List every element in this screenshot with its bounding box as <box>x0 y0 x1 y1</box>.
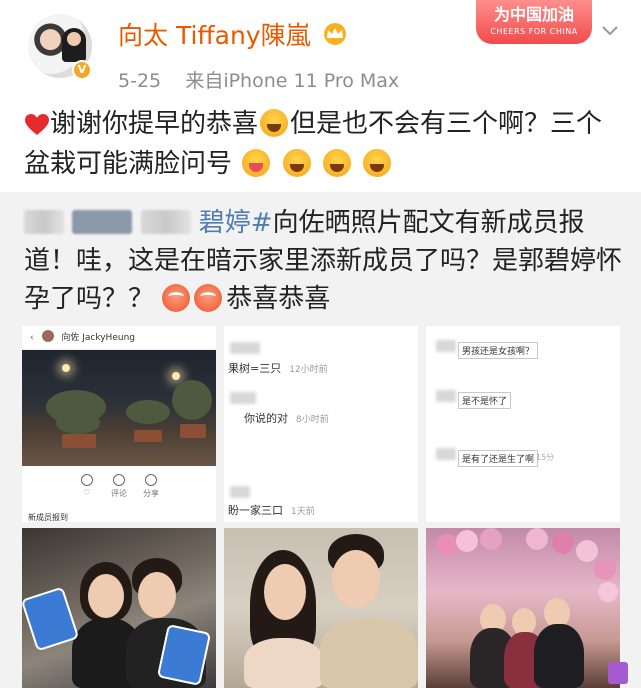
blurred-username <box>72 210 133 234</box>
grid-image-3[interactable]: 男孩还是女孩啊？ 是不是怀了 是有了还是生了啊 15分 <box>426 326 620 522</box>
grin-icon <box>282 149 311 177</box>
ig-actions: ♡ 评论 分享 <box>22 466 216 506</box>
comment-bubble: 男孩还是女孩啊？ <box>458 342 539 359</box>
ig-avatar <box>42 330 55 342</box>
post-body: 谢谢你提早的恭喜 但是也不会有三个啊？三个盆栽可能满脸问号 <box>24 104 624 184</box>
grid-image-2[interactable]: 果树=三只 12小时前 你说的对 8小时前 盼一家三口 1天前 <box>224 326 418 522</box>
share-button[interactable]: 分享 <box>136 474 166 499</box>
hashtag-link[interactable]: 碧婷# <box>199 208 273 238</box>
post-text-1: 谢谢你提早的恭喜 <box>50 109 259 139</box>
comment-button[interactable]: 评论 <box>104 474 134 499</box>
comment-item: 你说的对 8小时前 <box>244 412 329 425</box>
like-button[interactable]: ♡ <box>72 474 102 497</box>
repost-text-2: 恭喜恭喜 <box>226 284 331 314</box>
grid-image-1[interactable]: ‹ 向佐 JackyHeung ♡ 评论 分享 新成员报到 <box>22 326 216 522</box>
comment-item: 盼一家三口 1天前 <box>228 504 315 517</box>
ig-caption: 新成员报到 <box>28 513 68 522</box>
comment-bubble: 是有了还是生了啊 <box>458 450 539 467</box>
grin-icon <box>322 149 351 177</box>
bonsai-photo <box>22 350 216 466</box>
surprised-face-icon <box>162 284 191 312</box>
post-source: 来自iPhone 11 Pro Max <box>185 70 400 92</box>
username[interactable]: 向太 Tiffany陳嵐 <box>118 16 311 52</box>
watermark-icon <box>608 662 628 684</box>
blurred-username <box>24 210 64 234</box>
campaign-badge-title: 为中国加油 <box>493 5 574 24</box>
post-meta: 5-25 来自iPhone 11 Pro Max <box>118 66 399 93</box>
blurred-username <box>140 210 191 234</box>
post-header: V 向太 Tiffany陳嵐 5-25 来自iPhone 11 Pro Max … <box>0 0 641 92</box>
ig-header: ‹ 向佐 JackyHeung <box>22 326 216 350</box>
ig-username: 向佐 JackyHeung <box>61 333 135 343</box>
surprised-face-icon <box>194 284 223 312</box>
back-icon: ‹ <box>30 333 34 343</box>
campaign-badge-subtitle: CHEERS FOR CHINA <box>490 27 578 36</box>
comment-time: 15分 <box>536 453 555 462</box>
laugh-cry-icon <box>260 109 289 137</box>
thumbs-up-sign <box>22 586 80 652</box>
grid-image-4[interactable] <box>22 528 216 688</box>
comment-bubble: 是不是怀了 <box>458 392 512 409</box>
verified-icon: V <box>72 60 92 80</box>
heart-icon <box>25 114 49 135</box>
repost-text: 碧婷#向佐晒照片配文有新成员报道！哇，这是在暗示家里添新成员了吗？是郭碧婷怀孕了… <box>24 204 624 318</box>
comment-item: 果树=三只 12小时前 <box>228 362 328 375</box>
campaign-badge[interactable]: 为中国加油 CHEERS FOR CHINA <box>476 0 592 44</box>
grin-icon <box>363 149 392 177</box>
repost-card[interactable]: 碧婷#向佐晒照片配文有新成员报道！哇，这是在暗示家里添新成员了吗？是郭碧婷怀孕了… <box>0 192 641 688</box>
grid-image-6[interactable] <box>426 528 620 688</box>
chevron-down-icon[interactable] <box>598 18 622 42</box>
wink-icon <box>242 149 271 177</box>
grid-image-5[interactable] <box>224 528 418 688</box>
crown-icon <box>324 23 346 45</box>
post-date: 5-25 <box>118 70 162 92</box>
